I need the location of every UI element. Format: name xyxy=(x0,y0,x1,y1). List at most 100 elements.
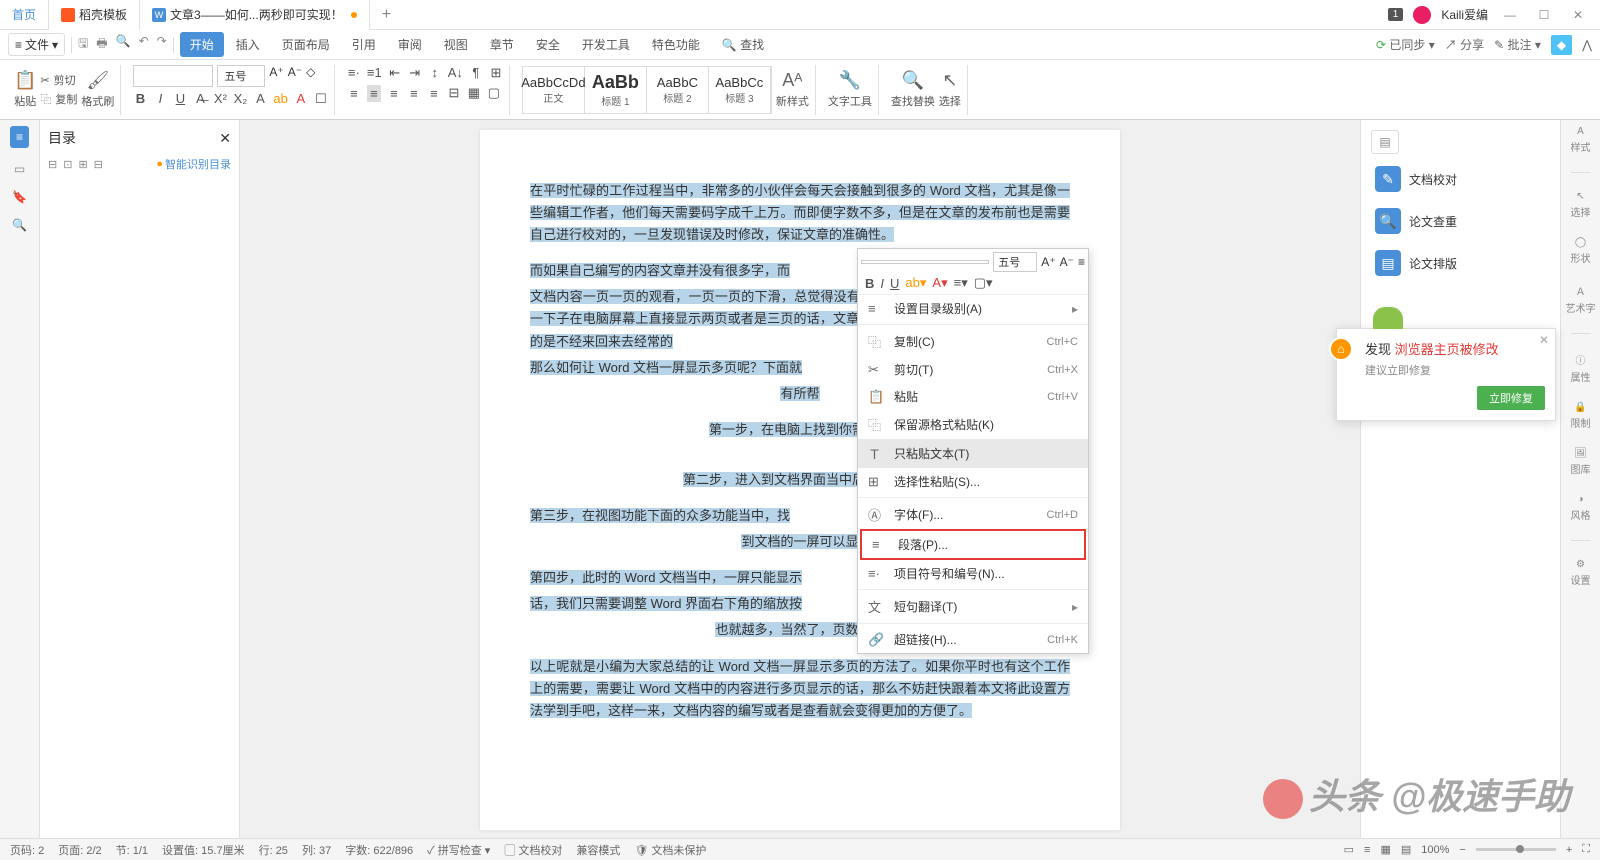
save-icon[interactable]: 🖫 xyxy=(78,34,88,55)
shading-button[interactable]: ▦ xyxy=(467,85,481,101)
notification-badge[interactable]: 1 xyxy=(1388,8,1404,21)
style-gallery[interactable]: AaBbCcDd正文 AaBb标题 1 AaBbC标题 2 AaBbCc标题 3 xyxy=(522,66,772,114)
char-border-button[interactable]: ☐ xyxy=(314,91,328,107)
share-button[interactable]: ↗ 分享 xyxy=(1445,36,1484,53)
ctx-align-button[interactable]: ≡▾ xyxy=(954,275,968,291)
sync-status[interactable]: ⟳ 已同步 ▾ xyxy=(1376,36,1435,53)
ctx-font-select[interactable] xyxy=(861,260,989,264)
borders-button[interactable]: ▢ xyxy=(487,85,501,101)
menu-insert[interactable]: 插入 xyxy=(226,32,270,57)
ts-limit[interactable]: 🔒限制 xyxy=(1571,402,1591,430)
underline-button[interactable]: U xyxy=(173,91,187,106)
zoom-value[interactable]: 100% xyxy=(1421,844,1449,856)
menu-review[interactable]: 审阅 xyxy=(388,32,432,57)
align-justify-button[interactable]: ≡ xyxy=(407,86,421,101)
text-tool-button[interactable]: 🔧文字工具 xyxy=(828,70,872,109)
menu-chapter[interactable]: 章节 xyxy=(480,32,524,57)
print-icon[interactable]: 🖶 xyxy=(96,34,107,55)
minimize-button[interactable]: — xyxy=(1498,8,1522,22)
paste-button[interactable]: 📋粘贴 xyxy=(14,70,36,109)
view-read-icon[interactable]: ▤ xyxy=(1401,843,1411,856)
document-area[interactable]: 在平时忙碌的工作过程当中，非常多的小伙伴会每天会接触到很多的 Word 文档，尤… xyxy=(240,120,1360,840)
ctx-bullets[interactable]: ≡·项目符号和编号(N)... xyxy=(858,560,1088,587)
numbering-button[interactable]: ≡1 xyxy=(367,65,382,80)
menu-search[interactable]: 🔍 查找 xyxy=(712,32,774,57)
style-normal[interactable]: AaBbCcDd正文 xyxy=(523,67,585,113)
ctx-italic-button[interactable]: I xyxy=(880,276,884,291)
maximize-button[interactable]: ☐ xyxy=(1532,8,1556,22)
ctx-list-icon[interactable]: ≡ xyxy=(1078,255,1085,269)
strike-button[interactable]: A̶ xyxy=(193,91,207,106)
ts-select[interactable]: ↖选择 xyxy=(1571,191,1591,219)
ctx-border-button[interactable]: ▢▾ xyxy=(974,275,993,291)
ctx-highlight-button[interactable]: ab▾ xyxy=(905,275,926,291)
cut-button[interactable]: ✂剪切 xyxy=(40,72,77,88)
ctx-paragraph[interactable]: ≡段落(P)... xyxy=(860,529,1086,560)
view-print-icon[interactable]: ▭ xyxy=(1344,843,1354,856)
rp-plagiarism[interactable]: 🔍论文查重 xyxy=(1371,204,1550,238)
ctx-dec-font-icon[interactable]: A⁻ xyxy=(1060,255,1074,269)
toc-remove-icon[interactable]: ⊟ xyxy=(94,158,103,171)
menu-devtools[interactable]: 开发工具 xyxy=(572,32,640,57)
zoom-in-button[interactable]: + xyxy=(1566,844,1572,856)
clear-format-icon[interactable]: ◇ xyxy=(306,65,315,87)
font-effect-button[interactable]: A xyxy=(253,91,267,106)
sb-pages[interactable]: 页面: 2/2 xyxy=(58,842,101,858)
toc-add-icon[interactable]: ⊞ xyxy=(78,158,87,171)
sb-page-num[interactable]: 页码: 2 xyxy=(10,842,44,858)
toc-collapse-icon[interactable]: ⊡ xyxy=(63,158,72,171)
font-size-select[interactable]: 五号 xyxy=(217,65,265,87)
ts-gallery[interactable]: 🖼图库 xyxy=(1571,448,1591,476)
menu-view[interactable]: 视图 xyxy=(434,32,478,57)
ctx-underline-button[interactable]: U xyxy=(890,276,899,291)
align-right-button[interactable]: ≡ xyxy=(387,86,401,101)
tabs-button[interactable]: ⊞ xyxy=(489,65,503,81)
menu-page-layout[interactable]: 页面布局 xyxy=(272,32,340,57)
align-center-button[interactable]: ≡ xyxy=(367,85,381,102)
new-style-button[interactable]: Aᴬ新样式 xyxy=(776,70,809,109)
ts-settings[interactable]: ⚙设置 xyxy=(1571,559,1591,587)
style-h3[interactable]: AaBbCc标题 3 xyxy=(709,67,771,113)
ctx-hyperlink[interactable]: 🔗超链接(H)...Ctrl+K xyxy=(858,626,1088,653)
toc-smart-detect[interactable]: 智能识别目录 xyxy=(156,156,231,172)
menu-references[interactable]: 引用 xyxy=(342,32,386,57)
para-spacing-button[interactable]: ⊟ xyxy=(447,85,461,101)
ts-theme[interactable]: ◑风格 xyxy=(1571,494,1591,522)
rp-layout[interactable]: ▤论文排版 xyxy=(1371,246,1550,280)
tab-add-button[interactable]: + xyxy=(370,6,403,24)
skin-icon[interactable]: ◆ xyxy=(1551,35,1572,55)
menu-security[interactable]: 安全 xyxy=(526,32,570,57)
sb-words[interactable]: 字数: 622/896 xyxy=(345,842,413,858)
sb-protect[interactable]: 🛡 文档未保护 xyxy=(634,842,706,858)
ts-wordart[interactable]: Ａ艺术字 xyxy=(1566,283,1596,315)
tab-home[interactable]: 首页 xyxy=(0,0,49,30)
view-web-icon[interactable]: ▦ xyxy=(1380,843,1390,856)
view-outline-icon[interactable]: ≡ xyxy=(1364,844,1370,856)
ctx-bold-button[interactable]: B xyxy=(865,276,874,291)
sb-section[interactable]: 节: 1/1 xyxy=(116,842,148,858)
ctx-paste-src[interactable]: ⿻保留源格式粘贴(K) xyxy=(858,410,1088,439)
zoom-slider[interactable] xyxy=(1476,848,1556,851)
format-painter-button[interactable]: 🖌格式刷 xyxy=(81,70,114,109)
bookmark-icon[interactable]: 🔖 xyxy=(12,190,27,204)
ctx-cut[interactable]: ✂剪切(T)Ctrl+X xyxy=(858,356,1088,383)
ctx-size-select[interactable]: 五号 xyxy=(993,252,1037,272)
select-button[interactable]: ↖选择 xyxy=(939,70,961,109)
toc-expand-icon[interactable]: ⊟ xyxy=(48,158,57,171)
highlight-button[interactable]: ab xyxy=(273,91,287,106)
zoom-icon[interactable]: 🔍 xyxy=(12,218,27,232)
tab-template[interactable]: 稻壳模板 xyxy=(49,0,140,30)
page-icon[interactable]: ▭ xyxy=(14,162,25,176)
bullets-button[interactable]: ≡· xyxy=(347,65,361,80)
show-marks-button[interactable]: ¶ xyxy=(469,65,483,80)
zoom-out-button[interactable]: − xyxy=(1459,844,1465,856)
sort-button[interactable]: A↓ xyxy=(448,65,463,80)
preview-icon[interactable]: 🔍 xyxy=(116,34,131,55)
ctx-font[interactable]: Ⓐ字体(F)...Ctrl+D xyxy=(858,500,1088,529)
superscript-button[interactable]: X² xyxy=(213,91,227,106)
increase-font-icon[interactable]: A⁺ xyxy=(269,65,283,87)
panel-tab-icon[interactable]: ▤ xyxy=(1371,130,1399,154)
ctx-paste-text[interactable]: Ｔ只粘贴文本(T) xyxy=(858,439,1088,468)
ctx-fontcolor-button[interactable]: A▾ xyxy=(932,275,947,291)
tab-document[interactable]: W文章3——如何...两秒即可实现！ xyxy=(140,0,370,30)
